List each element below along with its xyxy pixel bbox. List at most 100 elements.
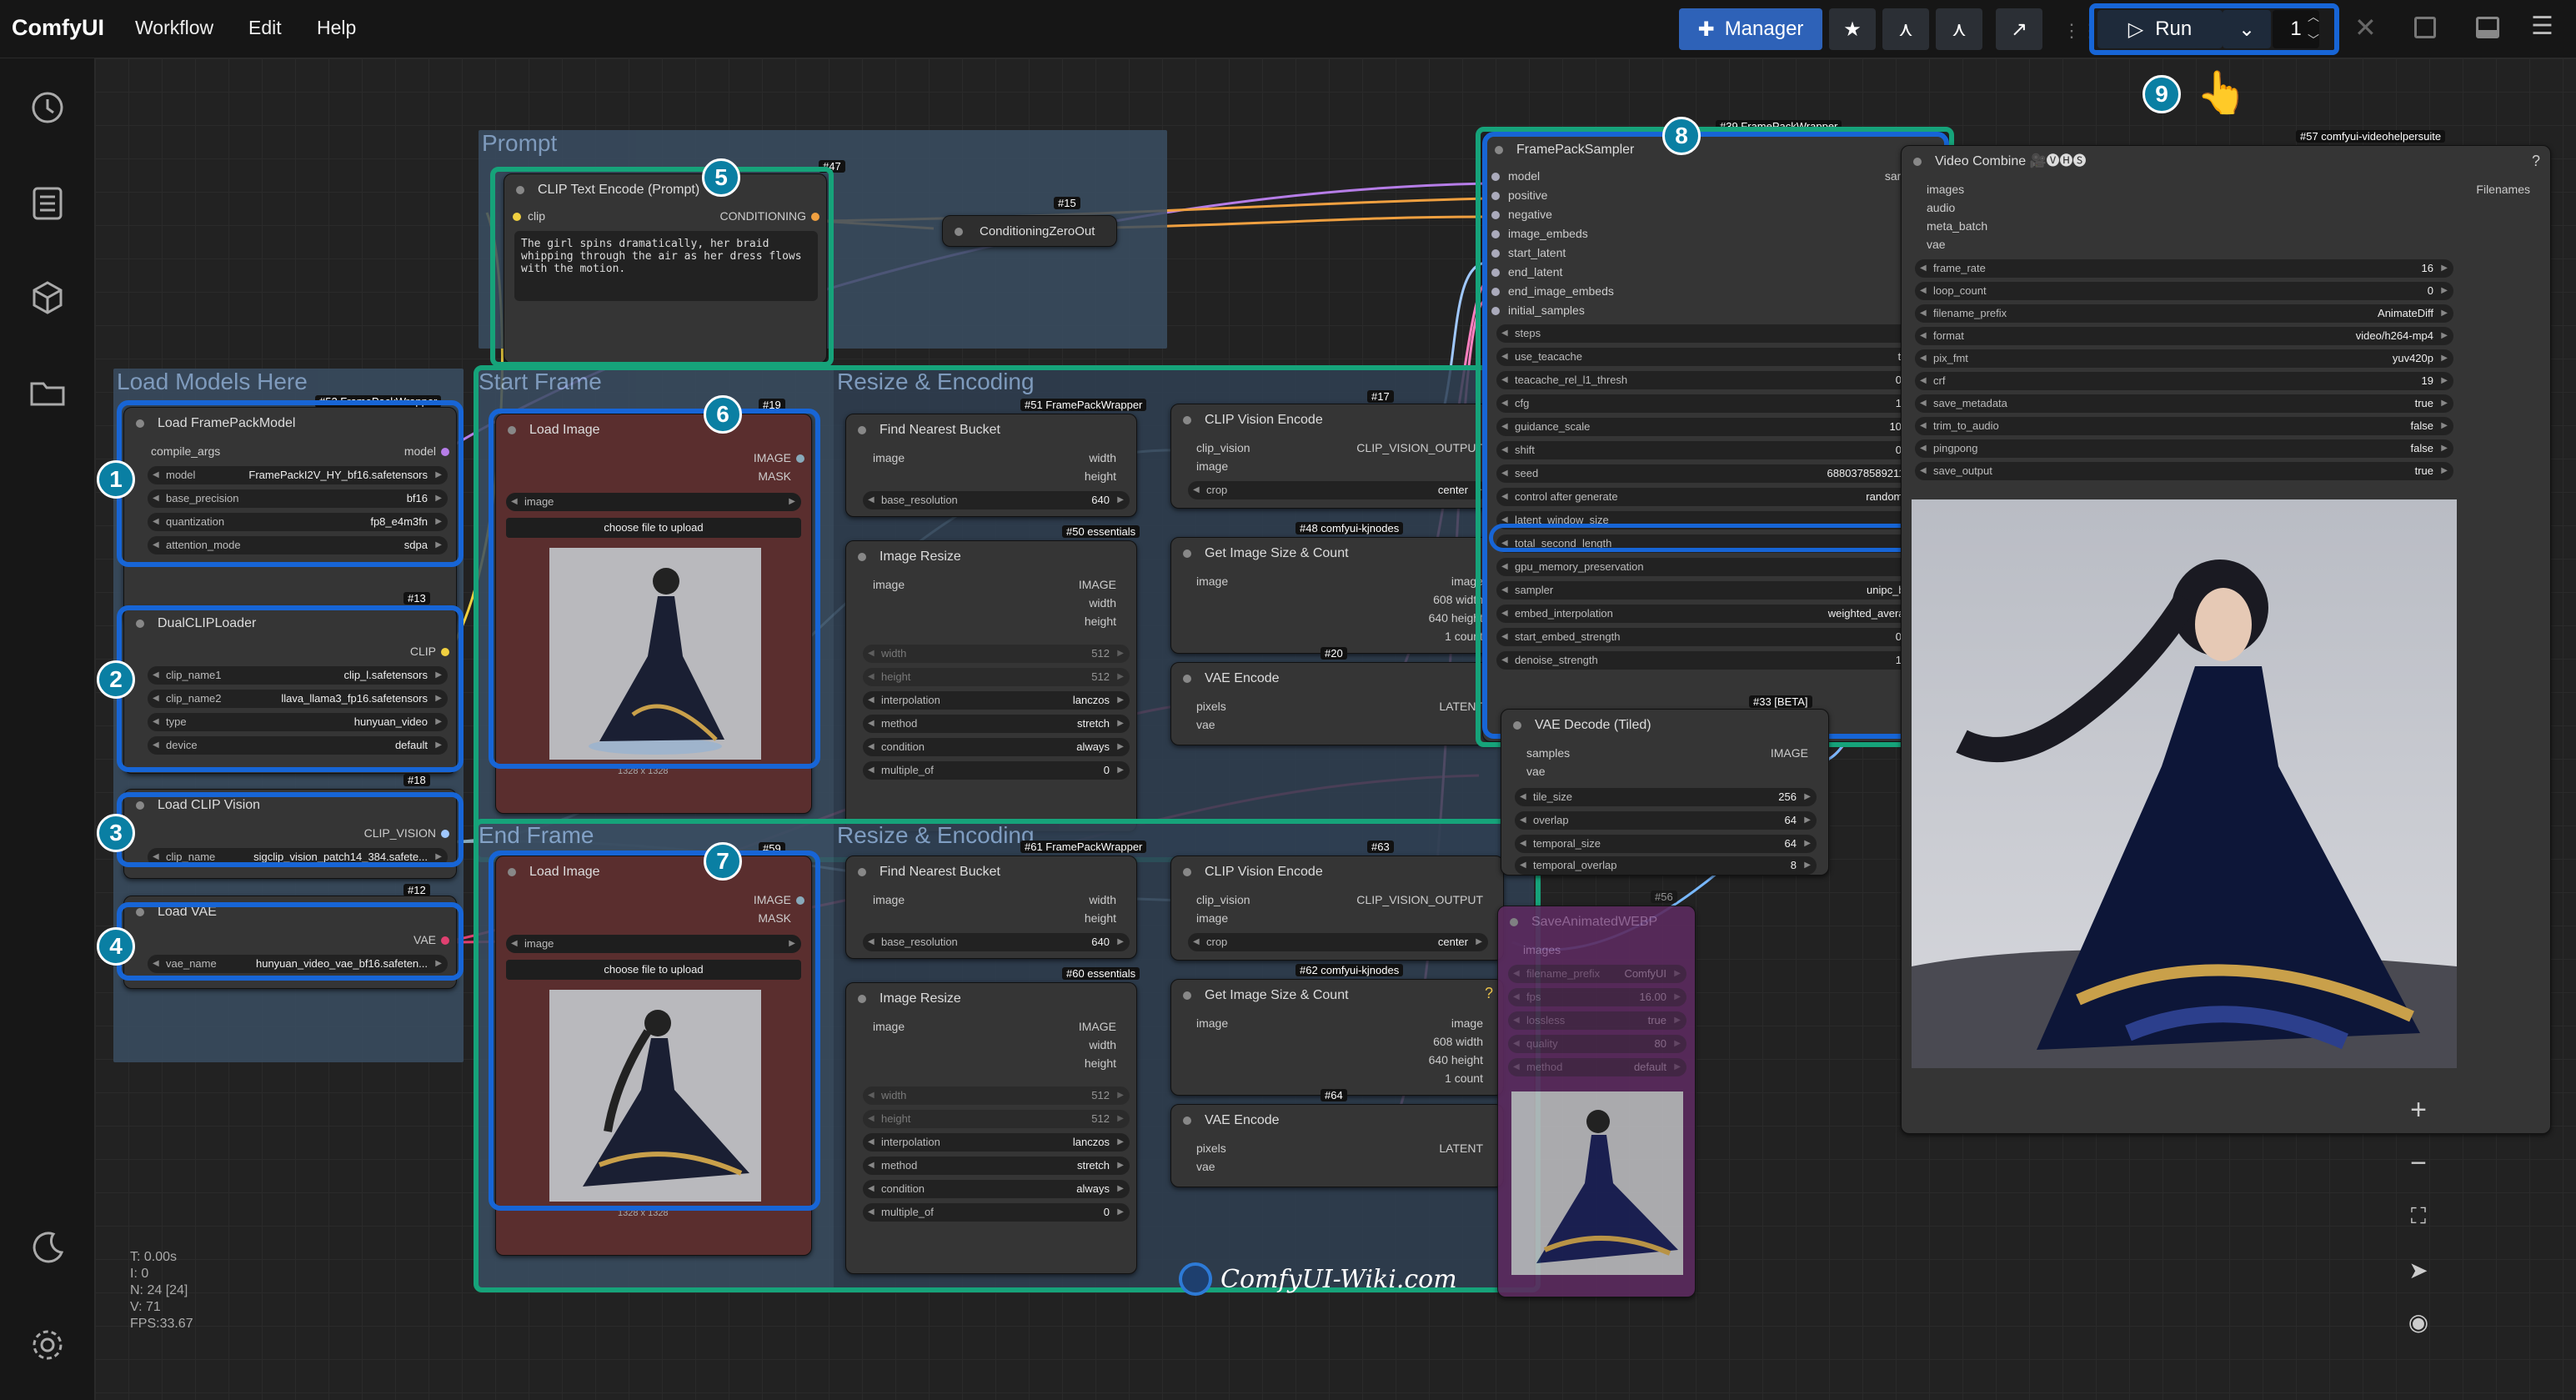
widget-condition[interactable]: conditionalways	[863, 1180, 1130, 1198]
output-width[interactable]: width	[1089, 596, 1116, 610]
image-resize-node-1[interactable]: Image Resize image IMAGE width height wi…	[845, 540, 1137, 832]
model-cube-icon[interactable]	[27, 277, 68, 319]
output-height[interactable]: height	[1085, 469, 1116, 483]
help-icon[interactable]: ?	[2532, 153, 2540, 170]
fit-view-icon[interactable]: ⛶	[2398, 1196, 2439, 1237]
get-image-size-node-1[interactable]: Get Image Size & Count ? image image 608…	[1170, 537, 1504, 654]
output-width[interactable]: width	[1089, 451, 1116, 464]
zoom-out-icon[interactable]: −	[2398, 1142, 2439, 1184]
widget-height[interactable]: height512	[863, 1110, 1130, 1128]
output-width[interactable]: 608 width	[1433, 1035, 1483, 1048]
widget-pingpong[interactable]: pingpongfalse	[1915, 439, 2453, 458]
widget-interpolation[interactable]: interpolationlanczos	[863, 691, 1130, 710]
widget-fps[interactable]: fps16.00	[1508, 988, 1686, 1006]
input-image[interactable]: image	[1196, 575, 1228, 588]
help-icon[interactable]: ?	[1485, 985, 1493, 1002]
widget-condition[interactable]: conditionalways	[863, 738, 1130, 756]
output-image[interactable]: IMAGE	[1771, 746, 1808, 760]
widget-quality[interactable]: quality80	[1508, 1035, 1686, 1053]
widget-width[interactable]: width512	[863, 1086, 1130, 1105]
widget-save-metadata[interactable]: save_metadatatrue	[1915, 394, 2453, 413]
widget-overlap[interactable]: overlap64	[1515, 811, 1817, 830]
close-icon[interactable]: ✕	[2354, 12, 2377, 43]
output-image[interactable]: IMAGE	[1079, 578, 1116, 591]
output-count[interactable]: 1 count	[1445, 1071, 1483, 1085]
menu-edit[interactable]: Edit	[248, 17, 282, 39]
input-images[interactable]: images	[1927, 183, 1964, 196]
image-resize-node-2[interactable]: Image Resize image IMAGE width height wi…	[845, 982, 1137, 1274]
output-latent[interactable]: LATENT	[1439, 1142, 1483, 1155]
widget-save-output[interactable]: save_outputtrue	[1915, 462, 2453, 480]
find-nearest-bucket-node-1[interactable]: Find Nearest Bucket image width height b…	[845, 414, 1137, 517]
widget-width[interactable]: width512	[863, 645, 1130, 663]
widget-method[interactable]: methodstretch	[863, 715, 1130, 733]
input-clip-vision[interactable]: clip_vision	[1196, 441, 1250, 454]
menu-help[interactable]: Help	[317, 17, 356, 39]
widget-base-resolution[interactable]: base_resolution640	[863, 491, 1130, 509]
widget-loop-count[interactable]: loop_count0	[1915, 282, 2453, 300]
zoom-in-icon[interactable]: +	[2398, 1089, 2439, 1131]
widget-method[interactable]: methodstretch	[863, 1157, 1130, 1175]
select-mode-icon[interactable]: ➤	[2398, 1249, 2439, 1291]
input-samples[interactable]: samples	[1526, 746, 1570, 760]
output-height[interactable]: height	[1085, 615, 1116, 628]
output-height[interactable]: height	[1085, 1056, 1116, 1070]
graph-canvas[interactable]: Prompt #47 CLIP Text Encode (Prompt) cli…	[95, 58, 2576, 1400]
run-options-chevron-icon[interactable]: ⌄	[2223, 10, 2271, 48]
output-image[interactable]: IMAGE	[1079, 1020, 1116, 1033]
find-nearest-bucket-node-2[interactable]: Find Nearest Bucket image width height b…	[845, 856, 1137, 959]
widget-height[interactable]: height512	[863, 668, 1130, 686]
widget-multiple-of[interactable]: multiple_of0	[863, 1203, 1130, 1222]
output-width[interactable]: width	[1089, 1038, 1116, 1051]
visibility-eye-icon[interactable]: ◉	[2398, 1301, 2439, 1342]
menu-workflow[interactable]: Workflow	[135, 17, 213, 39]
input-image[interactable]: image	[1196, 911, 1228, 925]
output-height[interactable]: 640 height	[1429, 1053, 1483, 1066]
output-width[interactable]: width	[1089, 893, 1116, 906]
model-library-icon[interactable]: ⋏	[1936, 8, 1982, 50]
input-image[interactable]: image	[873, 893, 905, 906]
input-image[interactable]: image	[1196, 1016, 1228, 1030]
widget-method[interactable]: methoddefault	[1508, 1058, 1686, 1076]
output-image[interactable]: image	[1451, 1016, 1483, 1030]
widget-temporal-overlap[interactable]: temporal_overlap8	[1515, 856, 1817, 875]
settings-gear-icon[interactable]	[27, 1324, 68, 1366]
hamburger-menu-icon[interactable]: ☰	[2531, 12, 2553, 41]
widget-frame-rate[interactable]: frame_rate16	[1915, 259, 2453, 278]
widget-format[interactable]: formatvideo/h264-mp4	[1915, 327, 2453, 345]
vae-decode-tiled-node[interactable]: VAE Decode (Tiled) samples vae IMAGE til…	[1501, 709, 1829, 876]
output-clip-vision-output[interactable]: CLIP_VISION_OUTPUT	[1356, 441, 1483, 454]
node-library-icon[interactable]: ⋏	[1882, 8, 1929, 50]
save-animated-webp-node[interactable]: SaveAnimatedWEBP images filename_prefixC…	[1497, 906, 1696, 1297]
star-icon[interactable]: ★	[1829, 8, 1876, 50]
widget-crf[interactable]: crf19	[1915, 372, 2453, 390]
history-icon[interactable]	[27, 87, 68, 128]
video-combine-node[interactable]: Video Combine 🎥🅥🅗🅢 ? images audio meta_b…	[1901, 145, 2551, 1134]
manager-button[interactable]: ✚ Manager	[1679, 8, 1822, 50]
vae-encode-node-2[interactable]: VAE Encode pixels vae LATENT	[1170, 1104, 1504, 1187]
output-filenames[interactable]: Filenames	[2476, 183, 2530, 196]
widget-lossless[interactable]: losslesstrue	[1508, 1011, 1686, 1030]
widget-trim-to-audio[interactable]: trim_to_audiofalse	[1915, 417, 2453, 435]
widget-base-resolution[interactable]: base_resolution640	[863, 933, 1130, 951]
clip-vision-encode-node-2[interactable]: CLIP Vision Encode clip_vision image CLI…	[1170, 856, 1504, 961]
widget-filename-prefix[interactable]: filename_prefixAnimateDiff	[1915, 304, 2453, 323]
widget-interpolation[interactable]: interpolationlanczos	[863, 1133, 1130, 1152]
vae-encode-node-1[interactable]: VAE Encode pixels vae LATENT	[1170, 662, 1504, 745]
input-vae[interactable]: vae	[1196, 718, 1215, 731]
increment-icon[interactable]: ︿	[2308, 8, 2319, 25]
input-images[interactable]: images	[1523, 943, 1561, 956]
input-vae[interactable]: vae	[1927, 238, 1946, 251]
panel-toggle-icon[interactable]	[2476, 17, 2499, 38]
get-image-size-node-2[interactable]: Get Image Size & Count ? image image 608…	[1170, 979, 1504, 1096]
theme-moon-icon[interactable]	[27, 1226, 68, 1267]
widget-temporal-size[interactable]: temporal_size64	[1515, 835, 1817, 853]
widget-multiple-of[interactable]: multiple_of0	[863, 761, 1130, 780]
widget-filename-prefix[interactable]: filename_prefixComfyUI	[1508, 965, 1686, 983]
input-image[interactable]: image	[873, 451, 905, 464]
input-vae[interactable]: vae	[1196, 1160, 1215, 1173]
clip-vision-encode-node-1[interactable]: CLIP Vision Encode clip_vision image CLI…	[1170, 404, 1504, 509]
maximize-icon[interactable]	[2414, 17, 2436, 38]
input-image[interactable]: image	[1196, 459, 1228, 473]
input-image[interactable]: image	[873, 1020, 905, 1033]
